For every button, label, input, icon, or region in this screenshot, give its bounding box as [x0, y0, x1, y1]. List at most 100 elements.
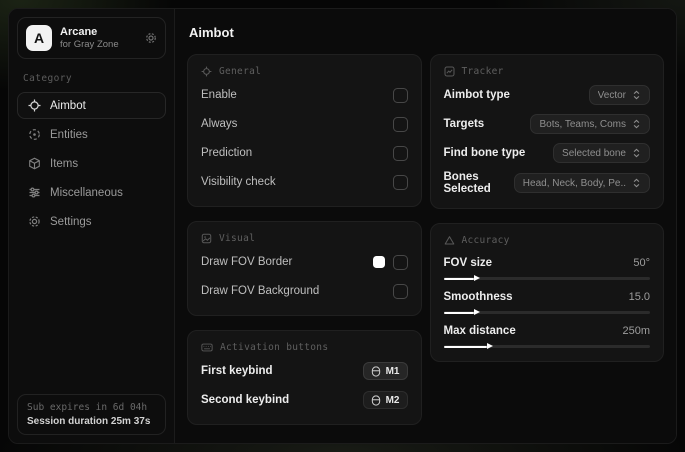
sub-expiry-text: Sub expires in 6d 04h [27, 402, 148, 413]
setting-label: Aimbot type [443, 89, 510, 101]
category-label: Category [23, 73, 72, 84]
setting-label: First keybind [201, 365, 273, 377]
sidebar-item-label: Entities [50, 128, 88, 141]
max-distance-slider[interactable] [443, 343, 650, 349]
right-column: Tracker Aimbot type Vector Targets Bots,… [429, 54, 664, 362]
dropdown-value: Bots, Teams, Coms [539, 118, 626, 130]
left-column: General Enable Always Prediction Visibil… [187, 54, 422, 425]
setting-row-prediction: Prediction [201, 142, 408, 164]
slider-value: 250m [622, 325, 650, 337]
session-duration-text: Session duration 25m 37s [27, 416, 151, 427]
accuracy-card-header: Accuracy [444, 235, 651, 246]
general-card-header: General [201, 66, 408, 77]
visual-card-header: Visual [201, 233, 408, 244]
page-title: Aimbot [189, 25, 234, 40]
slider-fill [443, 343, 494, 349]
crosshair-icon [201, 66, 212, 77]
sidebar-item-settings[interactable]: Settings [17, 208, 166, 235]
mouse-icon [371, 394, 381, 406]
setting-row-aimbot-type: Aimbot type Vector [443, 84, 650, 106]
slider-value: 15.0 [628, 291, 650, 303]
draw-fov-background-checkbox[interactable] [392, 283, 408, 299]
trend-chart-icon [444, 66, 455, 77]
dropdown-value: Head, Neck, Body, Pe.. [522, 177, 626, 189]
section-title: Visual [219, 233, 256, 244]
tracker-card: Tracker Aimbot type Vector Targets Bots,… [429, 54, 664, 209]
radar-icon [28, 128, 41, 141]
slider-fill [443, 275, 481, 281]
setting-label: Bones Selected [443, 171, 491, 195]
sidebar-item-items[interactable]: Items [17, 150, 166, 177]
app-window: A Arcane for Gray Zone Category Aimbot E… [8, 8, 677, 444]
image-icon [201, 233, 212, 244]
setting-row-draw-fov-border: Draw FOV Border [201, 251, 408, 273]
setting-row-targets: Targets Bots, Teams, Coms [443, 113, 650, 135]
sidebar-item-label: Aimbot [50, 99, 86, 112]
setting-label: Max distance [443, 325, 516, 337]
slider-fill [443, 309, 481, 315]
gear-icon[interactable] [145, 32, 157, 44]
setting-row-smoothness: Smoothness 15.0 [443, 291, 650, 315]
setting-row-draw-fov-background: Draw FOV Background [201, 280, 408, 302]
section-title: Accuracy [461, 235, 510, 246]
color-swatch[interactable] [372, 256, 385, 268]
mouse-icon [371, 365, 381, 377]
keybind-value: M2 [385, 394, 400, 406]
sidebar-nav: Aimbot Entities Items Miscellaneous Sett… [17, 92, 166, 235]
general-card: General Enable Always Prediction Visibil… [187, 54, 422, 207]
smoothness-slider[interactable] [443, 309, 650, 315]
setting-row-second-keybind: Second keybind M2 [201, 389, 408, 411]
tracker-card-header: Tracker [444, 66, 651, 77]
triangle-icon [444, 235, 455, 246]
setting-label: Draw FOV Background [201, 285, 320, 297]
section-title: General [219, 66, 262, 77]
brand-name: Arcane [60, 26, 98, 38]
setting-label: Enable [201, 89, 237, 101]
sidebar-item-label: Items [50, 157, 79, 170]
setting-row-find-bone-type: Find bone type Selected bone [443, 142, 650, 164]
always-checkbox[interactable] [392, 116, 408, 132]
sidebar-item-miscellaneous[interactable]: Miscellaneous [17, 179, 166, 206]
visibility-check-checkbox[interactable] [392, 174, 408, 190]
chevron-up-down-icon [632, 119, 641, 129]
fov-size-slider[interactable] [443, 275, 650, 281]
setting-label: Draw FOV Border [201, 256, 293, 268]
draw-fov-border-checkbox[interactable] [392, 254, 408, 270]
setting-row-bones-selected: Bones Selected Head, Neck, Body, Pe.. [443, 171, 650, 195]
setting-row-fov-size: FOV size 50° [443, 257, 650, 281]
find-bone-type-dropdown[interactable]: Selected bone [553, 143, 650, 163]
setting-label: Targets [443, 118, 485, 130]
brand-card: A Arcane for Gray Zone [17, 17, 166, 59]
keyboard-icon [201, 342, 213, 353]
sliders-icon [28, 186, 41, 199]
keybind-value: M1 [385, 365, 400, 377]
subscription-footer: Sub expires in 6d 04h Session duration 2… [17, 394, 166, 435]
setting-label: Find bone type [443, 147, 526, 159]
brand-text: Arcane for Gray Zone [60, 26, 137, 50]
first-keybind-button[interactable]: M1 [362, 362, 408, 380]
content-columns: General Enable Always Prediction Visibil… [187, 54, 664, 425]
prediction-checkbox[interactable] [392, 145, 408, 161]
enable-checkbox[interactable] [392, 87, 408, 103]
section-title: Activation buttons [220, 342, 329, 353]
slider-value: 50° [633, 257, 650, 269]
bones-selected-dropdown[interactable]: Head, Neck, Body, Pe.. [513, 173, 650, 193]
accuracy-card: Accuracy FOV size 50° Smoothness 15.0 Ma… [429, 223, 664, 362]
dropdown-value: Selected bone [562, 147, 626, 159]
dropdown-value: Vector [597, 89, 626, 101]
second-keybind-button[interactable]: M2 [362, 391, 408, 409]
targets-dropdown[interactable]: Bots, Teams, Coms [530, 114, 650, 134]
aimbot-type-dropdown[interactable]: Vector [588, 85, 650, 105]
sidebar-item-label: Miscellaneous [50, 186, 123, 199]
crosshair-icon [28, 99, 41, 112]
section-title: Tracker [461, 66, 504, 77]
sidebar-item-entities[interactable]: Entities [17, 121, 166, 148]
setting-row-always: Always [201, 113, 408, 135]
setting-label: Smoothness [443, 291, 513, 303]
brand-subtitle: for Gray Zone [60, 39, 119, 50]
sidebar-item-label: Settings [50, 215, 92, 228]
chevron-up-down-icon [632, 90, 641, 100]
app-logo: A [26, 25, 52, 51]
sidebar-item-aimbot[interactable]: Aimbot [17, 92, 166, 119]
activation-card-header: Activation buttons [201, 342, 408, 353]
